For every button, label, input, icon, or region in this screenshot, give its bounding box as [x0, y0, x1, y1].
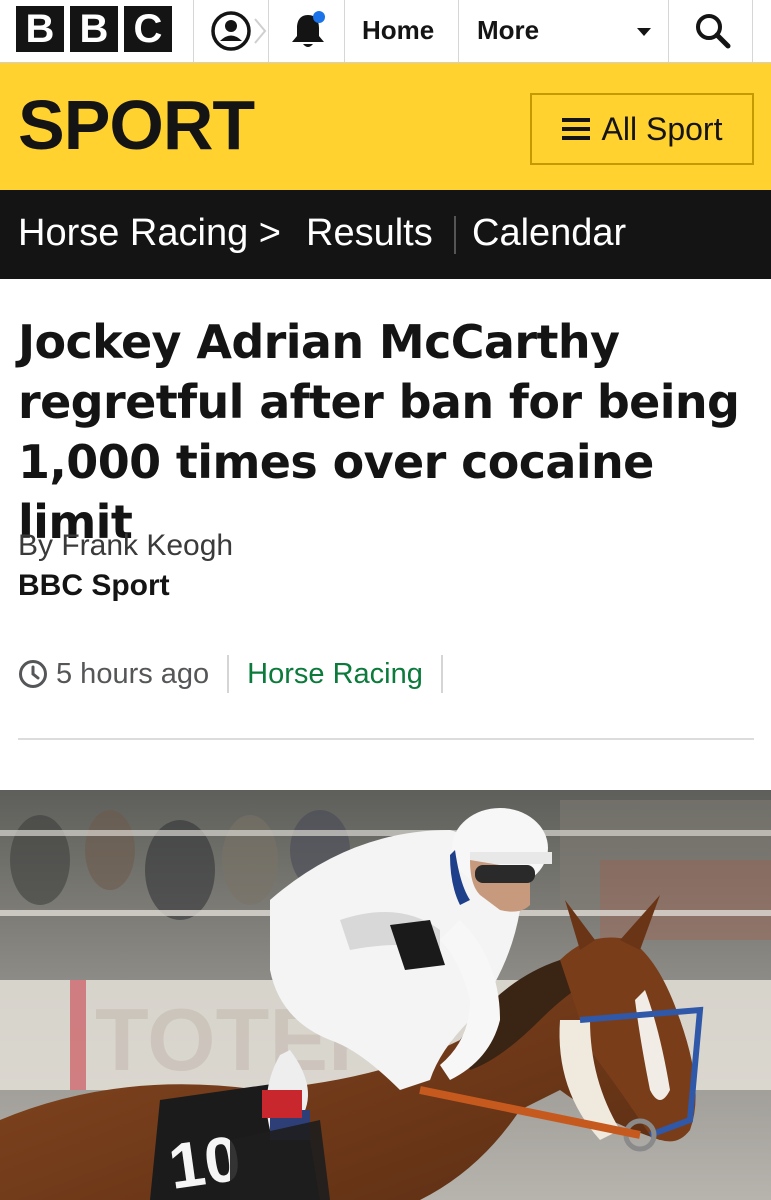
bbc-logo-letter: B — [70, 6, 118, 52]
home-link[interactable]: Home — [362, 0, 434, 62]
meta-divider — [227, 655, 230, 693]
sport-header: SPORT All Sport — [0, 63, 771, 190]
topbar-divider — [458, 0, 459, 62]
chevron-right-icon — [254, 18, 267, 44]
article-timestamp: 5 hours ago — [56, 657, 210, 690]
header-rule — [18, 738, 754, 740]
bbc-logo[interactable]: B B C — [16, 6, 172, 52]
article-photo: TOTEPO 10 — [0, 790, 771, 1200]
topbar-divider — [668, 0, 669, 62]
all-sport-button[interactable]: All Sport — [530, 93, 754, 165]
topbar-divider — [193, 0, 194, 62]
bbc-top-bar: B B C Home More — [0, 0, 771, 63]
section-link-horse-racing[interactable]: Horse Racing — [247, 658, 423, 691]
topbar-divider — [344, 0, 345, 62]
nav-item-calendar[interactable]: Calendar — [472, 190, 626, 279]
search-icon[interactable] — [688, 6, 738, 56]
nav-item-results[interactable]: Results — [306, 190, 433, 279]
article-meta: 5 hours ago Horse Racing — [18, 652, 461, 696]
account-icon[interactable] — [206, 6, 256, 56]
caret-down-icon — [637, 28, 651, 36]
section-nav: Horse Racing > Results Calendar — [0, 190, 771, 279]
bell-icon[interactable] — [283, 6, 333, 56]
more-menu-button[interactable]: More — [477, 0, 539, 62]
nav-item-horse-racing[interactable]: Horse Racing > — [18, 190, 281, 279]
article-byline: By Frank Keogh — [18, 529, 234, 562]
topbar-divider — [752, 0, 753, 62]
nav-divider — [454, 216, 456, 254]
clock-icon — [19, 660, 47, 688]
jockey-horse-photo: TOTEPO 10 — [0, 790, 771, 1200]
all-sport-label: All Sport — [601, 110, 723, 147]
bbc-logo-letter: C — [124, 6, 172, 52]
article-source: BBC Sport — [18, 569, 170, 602]
topbar-divider — [268, 0, 269, 62]
meta-divider — [440, 655, 443, 693]
sport-title[interactable]: SPORT — [18, 85, 255, 165]
article-headline: Jockey Adrian McCarthy regretful after b… — [18, 315, 740, 549]
notification-badge — [313, 11, 325, 23]
bbc-logo-letter: B — [16, 6, 64, 52]
menu-icon — [561, 118, 590, 140]
